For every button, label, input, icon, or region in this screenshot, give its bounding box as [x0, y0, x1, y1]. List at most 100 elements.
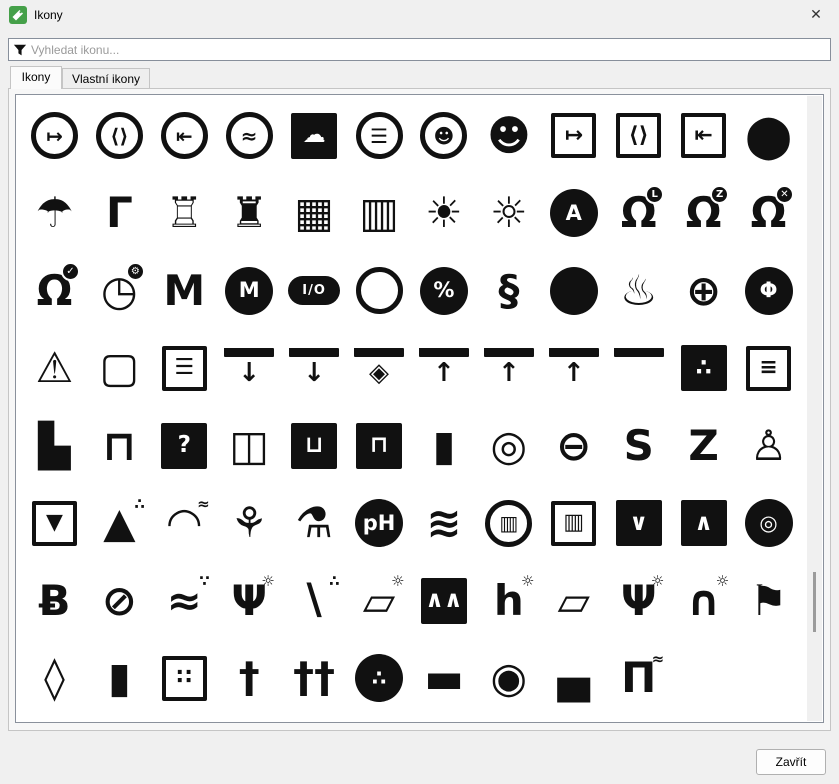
icon-usb-plug[interactable]: ∷ [152, 640, 217, 718]
icon-waves-drops[interactable]: ≈ ∵ [152, 562, 217, 640]
icon-awning-retract-small[interactable]: ↑ [541, 330, 606, 408]
icon-speaker-disc[interactable]: ◎ [736, 485, 801, 563]
close-dialog-button[interactable]: Zavřít [756, 749, 826, 775]
icon-pool-ladder[interactable]: Π ≈ [606, 640, 671, 718]
icon-bluetooth[interactable]: Ƀ [22, 562, 87, 640]
icon-outdoor-shower-sun[interactable]: ∩ ☼ [671, 562, 736, 640]
icon-awning-diamond[interactable]: ◈ [347, 330, 412, 408]
icon-user-avatar-circle[interactable]: ☻ [411, 97, 476, 175]
tab-ikony[interactable]: Ikony [10, 66, 62, 89]
icon-warning-triangle[interactable]: ⚠ [22, 330, 87, 408]
icon-terrace-dining-sun[interactable]: Ψ ☼ [606, 562, 671, 640]
icon-spot-light-cylinder[interactable]: ▮ [411, 407, 476, 485]
icon-golf-flag[interactable]: ⚑ [736, 562, 801, 640]
window-close-button[interactable]: ✕ [793, 0, 839, 30]
icon-updown-chevrons[interactable]: ◊ [22, 640, 87, 718]
icon-awning-waves-circle[interactable]: ≈ [217, 97, 282, 175]
icon-energy-saving-bulb[interactable]: § [476, 252, 541, 330]
icon-umbrella-lamp[interactable]: ☂ [22, 175, 87, 253]
icon-awning-extend[interactable]: ↓ [217, 330, 282, 408]
icon-swimmer[interactable]: ≋ [411, 485, 476, 563]
icon-humidity-drop[interactable]: % [411, 252, 476, 330]
icon-roller-door[interactable]: ▢ [87, 330, 152, 408]
icon-awning-retract-alt[interactable]: ↑ [476, 330, 541, 408]
icon-shutter-open-square[interactable]: ↦ [541, 97, 606, 175]
tab-vlastni-ikony[interactable]: Vlastní ikony [62, 68, 150, 89]
icon-awning-frame[interactable] [606, 330, 671, 408]
icon-door-open[interactable]: ◫ [217, 407, 282, 485]
icon-ring-outline[interactable] [347, 252, 412, 330]
icon-boots[interactable]: ▙ [22, 407, 87, 485]
scrollbar-thumb[interactable] [813, 572, 816, 632]
icon-sand-pile[interactable]: ▲ ∴ [87, 485, 152, 563]
icon-garage-door[interactable]: ≡ [736, 330, 801, 408]
icon-balcony-vents[interactable]: ▥ [347, 175, 412, 253]
icon-door-frame[interactable]: ⊓ [87, 407, 152, 485]
icon-hdmi-plug[interactable]: ▬ [411, 640, 476, 718]
icon-letter-m[interactable]: M [152, 252, 217, 330]
icon-ph-drop[interactable]: pH [347, 485, 412, 563]
icon-audio-jack[interactable]: † [217, 640, 282, 718]
icon-lounge-sofa-sun[interactable]: h ☼ [476, 562, 541, 640]
icon-awning-retract[interactable]: ↑ [411, 330, 476, 408]
icon-balcony-curtain[interactable]: ♖ [152, 175, 217, 253]
icon-spot-light-flat[interactable]: ⊖ [541, 407, 606, 485]
icon-speech-bubble[interactable]: ⬤ [736, 97, 801, 175]
icon-bell-snooze[interactable]: ΩZ [671, 175, 736, 253]
icon-auto-mode-disc[interactable]: A [541, 175, 606, 253]
icon-socket-swiss[interactable]: ∴ [671, 330, 736, 408]
icon-awning-extend-small[interactable]: ↓ [282, 330, 347, 408]
icon-socket-round[interactable]: ∴ [347, 640, 412, 718]
icon-eiffel-tower[interactable]: ♙ [736, 407, 801, 485]
icon-bell-reminder[interactable]: ΩL [606, 175, 671, 253]
icon-irrigation-plants[interactable]: ⚘ [217, 485, 282, 563]
icon-shutter-closed-square[interactable]: ⇤ [671, 97, 736, 175]
icon-power-button[interactable]: Φ [736, 252, 801, 330]
icon-globe[interactable]: ⊕ [671, 252, 736, 330]
search-input[interactable] [31, 42, 826, 57]
icon-picture-frame[interactable]: ∧∧ [411, 562, 476, 640]
icon-film-strip-s[interactable]: S [606, 407, 671, 485]
icon-fountain-light[interactable]: ◠ ≈ [152, 485, 217, 563]
icon-sun-bright[interactable]: ☀ [411, 175, 476, 253]
icon-letter-m-disc[interactable]: M [217, 252, 282, 330]
icon-usb-flash-drive[interactable]: ▮ [87, 640, 152, 718]
icon-alarm-clock-settings[interactable]: ◷ ⚙ [87, 252, 152, 330]
icon-vent-round[interactable]: ▥ [476, 485, 541, 563]
icon-shutter-open-circle[interactable]: ↦ [22, 97, 87, 175]
icon-chemistry-flask[interactable]: ⚗ [282, 485, 347, 563]
icon-desk-lamp[interactable]: Γ [87, 175, 152, 253]
icon-robot-vacuum-dock[interactable]: ◉ [476, 640, 541, 718]
icon-vent-rect[interactable]: ▥ [541, 485, 606, 563]
icon-sun-lounger[interactable]: ▱ ☼ [347, 562, 412, 640]
icon-balcony-railing[interactable]: ♜ [217, 175, 282, 253]
icon-flame[interactable]: ♨ [606, 252, 671, 330]
icon-robot-mower[interactable]: ▄ [541, 640, 606, 718]
icon-intake-down[interactable]: ∨ [606, 485, 671, 563]
icon-roller-shutter-stack[interactable]: ☰ [152, 330, 217, 408]
icon-sun-dim[interactable]: ☼ [476, 175, 541, 253]
icon-door-locked[interactable]: ⊓ [347, 407, 412, 485]
icon-bell-confirmed[interactable]: Ω ✓ [22, 252, 87, 330]
icon-dining-sun[interactable]: Ψ ☼ [217, 562, 282, 640]
scrollbar-track[interactable] [807, 96, 822, 721]
icon-printer-3d[interactable]: ▼ [22, 485, 87, 563]
icon-user-avatar[interactable]: ☻ [476, 97, 541, 175]
icon-filled-circle[interactable] [541, 252, 606, 330]
icon-sweeping-broom[interactable]: ∖ ∴ [282, 562, 347, 640]
icon-door-unlocked[interactable]: ⊔ [282, 407, 347, 485]
icon-io-toggle[interactable]: I/O [282, 252, 347, 330]
icon-chaise-longue[interactable]: ▱ [541, 562, 606, 640]
icon-shutter-closed-circle[interactable]: ⇤ [152, 97, 217, 175]
icon-vacuum-disabled[interactable]: ⊘ [87, 562, 152, 640]
icon-intake-up[interactable]: ∧ [671, 485, 736, 563]
icon-shutter-partial-circle[interactable]: ⟨⟩ [87, 97, 152, 175]
icon-spot-light-ring[interactable]: ◎ [476, 407, 541, 485]
icon-bell-dismiss[interactable]: Ω ✕ [736, 175, 801, 253]
icon-balcony-solid[interactable]: ▦ [282, 175, 347, 253]
icon-door-unknown[interactable]: ? [152, 407, 217, 485]
icon-audio-jack-double[interactable]: †† [282, 640, 347, 718]
icon-projector-screen-chat[interactable]: ☁ [282, 97, 347, 175]
icon-film-strip-z[interactable]: Z [671, 407, 736, 485]
icon-shutter-partial-square[interactable]: ⟨⟩ [606, 97, 671, 175]
